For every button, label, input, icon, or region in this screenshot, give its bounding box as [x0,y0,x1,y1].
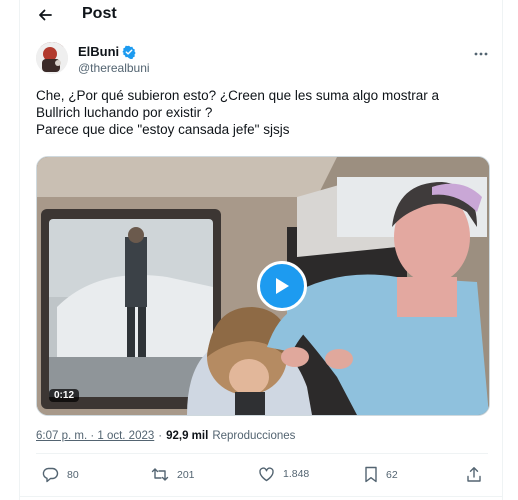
repost-button[interactable]: 201 [151,466,195,483]
like-icon [259,467,274,482]
play-icon [276,278,289,294]
share-icon [467,467,481,482]
author-name[interactable]: ElBuni [78,44,136,59]
more-button[interactable] [471,46,491,62]
bookmark-icon [365,466,377,483]
author-handle[interactable]: @therealbuni [78,61,150,75]
post-container: Post ElBuni @therealbuni Che, ¿Por qué s… [19,0,503,500]
header: Post [20,0,502,30]
repost-icon [151,468,169,481]
action-bar: 80 201 1.848 62 [36,466,488,488]
post-meta: 6:07 p. m. · 1 oct. 2023 · 92,9 mil Repr… [36,430,295,442]
author-row: ElBuni @therealbuni [36,42,491,78]
bookmark-count: 62 [386,468,398,481]
reply-button[interactable]: 80 [42,466,79,483]
avatar[interactable] [36,42,68,74]
post-timestamp[interactable]: 6:07 p. m. · 1 oct. 2023 [36,430,154,442]
back-button[interactable] [34,4,56,26]
divider [36,453,488,454]
views-label: Reproducciones [212,430,296,442]
back-arrow-icon [39,9,52,21]
bookmark-button[interactable]: 62 [364,466,398,483]
play-button[interactable] [257,261,307,311]
share-button[interactable] [466,466,482,483]
like-button[interactable]: 1.848 [258,466,309,482]
tweet-text: Che, ¿Por qué subieron esto? ¿Creen que … [36,87,486,138]
verified-badge-icon [122,45,136,59]
more-icon [474,52,488,56]
author-name-label[interactable]: ElBuni [78,44,119,59]
repost-count: 201 [177,468,195,481]
page-title: Post [82,5,117,22]
tweet-line: Parece que dice "estoy cansada jefe" sjs… [36,122,290,137]
reply-icon [42,467,59,483]
like-count: 1.848 [283,468,310,480]
meta-separator: · [158,430,163,442]
video-player[interactable]: 0:12 [36,156,490,416]
video-duration: 0:12 [49,389,80,402]
tweet-line: Che, ¿Por qué subieron esto? ¿Creen que … [36,88,439,120]
divider [20,496,502,497]
reply-count: 80 [67,468,79,481]
views-count: 92,9 mil [166,430,209,442]
